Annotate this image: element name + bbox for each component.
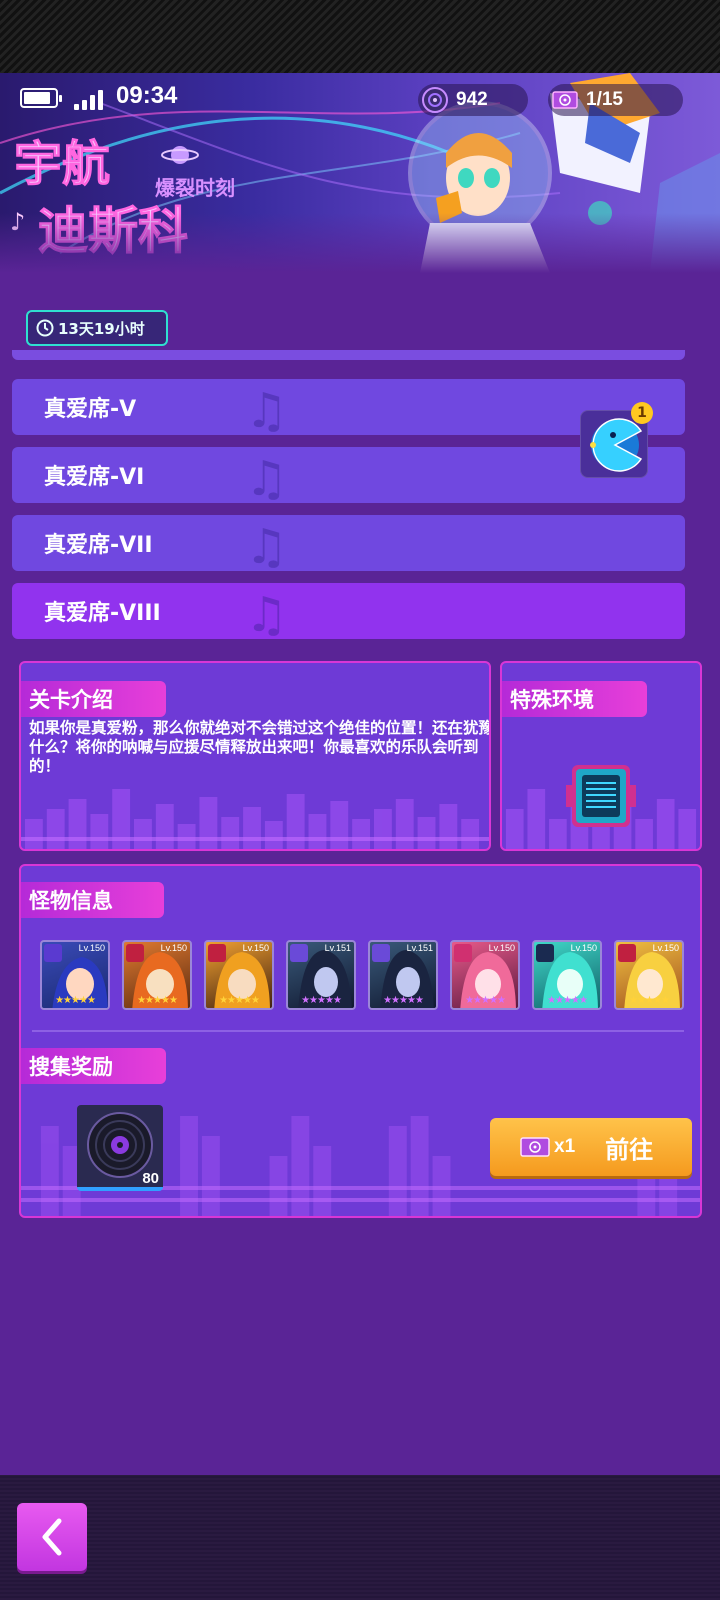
seat-label: 真爱席-VI (44, 465, 145, 490)
chevron-left-icon (42, 1518, 62, 1556)
vinyl-disc-icon (422, 87, 448, 113)
svg-text:♫: ♫ (245, 383, 288, 433)
star-rating: ★★★★★ (547, 995, 588, 1006)
disc-count: 942 (456, 89, 488, 110)
reward-count: 80 (142, 1170, 159, 1187)
go-button[interactable]: x1 前往 (490, 1118, 692, 1176)
monster-level: Lv.151 (406, 943, 433, 953)
music-note-icon: ♫ (245, 519, 288, 569)
stage-intro-panel: 关卡介绍 如果你是真爱粉，那么你就绝对不会错过这个绝佳的位置！还在犹豫什么？将你… (19, 661, 491, 851)
seat-option-viii[interactable]: 真爱席-VIII ♫ (12, 583, 685, 639)
ticket-cost: x1 (554, 1136, 576, 1157)
seat-label: 真爱席-VII (44, 533, 153, 558)
bottom-bar (0, 1475, 720, 1600)
support-class-icon (618, 944, 636, 962)
tank-class-icon (208, 944, 226, 962)
monster-card[interactable]: Lv.150 ★★★★★ (450, 940, 520, 1010)
star-rating: ★★★★★ (629, 995, 670, 1006)
special-env-title: 特殊环境 (502, 681, 647, 717)
star-rating: ★★★★★ (55, 995, 96, 1006)
star-rating: ★★★★★ (219, 995, 260, 1006)
seat-label: 真爱席-V (44, 397, 137, 422)
star-rating: ★★★★★ (137, 995, 178, 1006)
seat-list-top-edge (12, 350, 685, 360)
svg-text:爆裂时刻: 爆裂时刻 (155, 176, 235, 200)
special-env-panel: 特殊环境 (500, 661, 702, 851)
monster-info-title: 怪物信息 (21, 882, 164, 918)
svg-text:宇航: 宇航 (14, 136, 110, 192)
monster-card[interactable]: Lv.150 ★★★★★ (122, 940, 192, 1010)
monster-level: Lv.150 (570, 943, 597, 953)
event-timer: 13天19小时 (26, 310, 168, 346)
star-rating: ★★★★★ (383, 995, 424, 1006)
svg-text:♫: ♫ (245, 451, 288, 501)
ticket-icon (552, 91, 578, 109)
monster-card[interactable]: Lv.150 ★★★★★ (40, 940, 110, 1010)
reward-item-vinyl[interactable]: 80 (77, 1105, 163, 1191)
seat-label: 真爱席-VIII (44, 601, 161, 626)
svg-text:♫: ♫ (245, 587, 288, 637)
warrior-class-icon (372, 944, 390, 962)
music-note-icon: ♫ (245, 383, 288, 433)
event-logo: 宇航 爆裂时刻 迪斯科 ♪ (10, 136, 235, 261)
monster-level: Lv.150 (160, 943, 187, 953)
ticket-icon (520, 1137, 550, 1157)
monster-card[interactable]: Lv.151 ★★★★★ (286, 940, 356, 1010)
stage-intro-text: 如果你是真爱粉，那么你就绝对不会错过这个绝佳的位置！还在犹豫什么？将你的呐喊与应… (29, 719, 491, 775)
section-divider (32, 1030, 684, 1032)
clock: 09:34 (116, 82, 178, 109)
status-bar: 09:34 942 1/15 (0, 80, 720, 116)
go-label: 前往 (605, 1135, 654, 1164)
tank-class-icon (126, 944, 144, 962)
warrior-class-icon (290, 944, 308, 962)
music-note-icon: ♫ (245, 587, 288, 637)
speaker-device-icon[interactable] (566, 761, 636, 831)
monster-card[interactable]: Lv.151 ★★★★★ (368, 940, 438, 1010)
stage-intro-title: 关卡介绍 (21, 681, 166, 717)
star-rating: ★★★★★ (465, 995, 506, 1006)
support-class-icon (536, 944, 554, 962)
svg-text:♫: ♫ (245, 519, 288, 569)
svg-text:♪: ♪ (10, 208, 25, 236)
top-system-strip (0, 0, 720, 73)
back-button[interactable] (17, 1503, 87, 1571)
monster-level: Lv.150 (652, 943, 679, 953)
music-note-icon: ♫ (245, 451, 288, 501)
support-class-icon (454, 944, 472, 962)
monster-card[interactable]: Lv.150 ★★★★★ (204, 940, 274, 1010)
svg-text:迪斯科: 迪斯科 (38, 202, 188, 260)
clock-icon (36, 319, 54, 337)
seat-option-vii[interactable]: 真爱席-VII ♫ (12, 515, 685, 571)
monster-level: Lv.151 (324, 943, 351, 953)
signal-icon (74, 88, 108, 110)
timer-text: 13天19小时 (58, 319, 145, 338)
monster-level: Lv.150 (242, 943, 269, 953)
battery-icon (20, 88, 62, 108)
disc-currency[interactable]: 942 (418, 84, 528, 116)
rewards-title: 搜集奖励 (21, 1048, 166, 1084)
ticket-currency[interactable]: 1/15 (548, 84, 683, 116)
star-rating: ★★★★★ (301, 995, 342, 1006)
monster-level: Lv.150 (488, 943, 515, 953)
tank-class-icon (44, 944, 62, 962)
monster-card[interactable]: Lv.150 ★★★★★ (614, 940, 684, 1010)
ticket-count: 1/15 (586, 89, 623, 110)
notification-badge: 1 (631, 402, 653, 424)
monster-level: Lv.150 (78, 943, 105, 953)
monster-card[interactable]: Lv.150 ★★★★★ (532, 940, 602, 1010)
